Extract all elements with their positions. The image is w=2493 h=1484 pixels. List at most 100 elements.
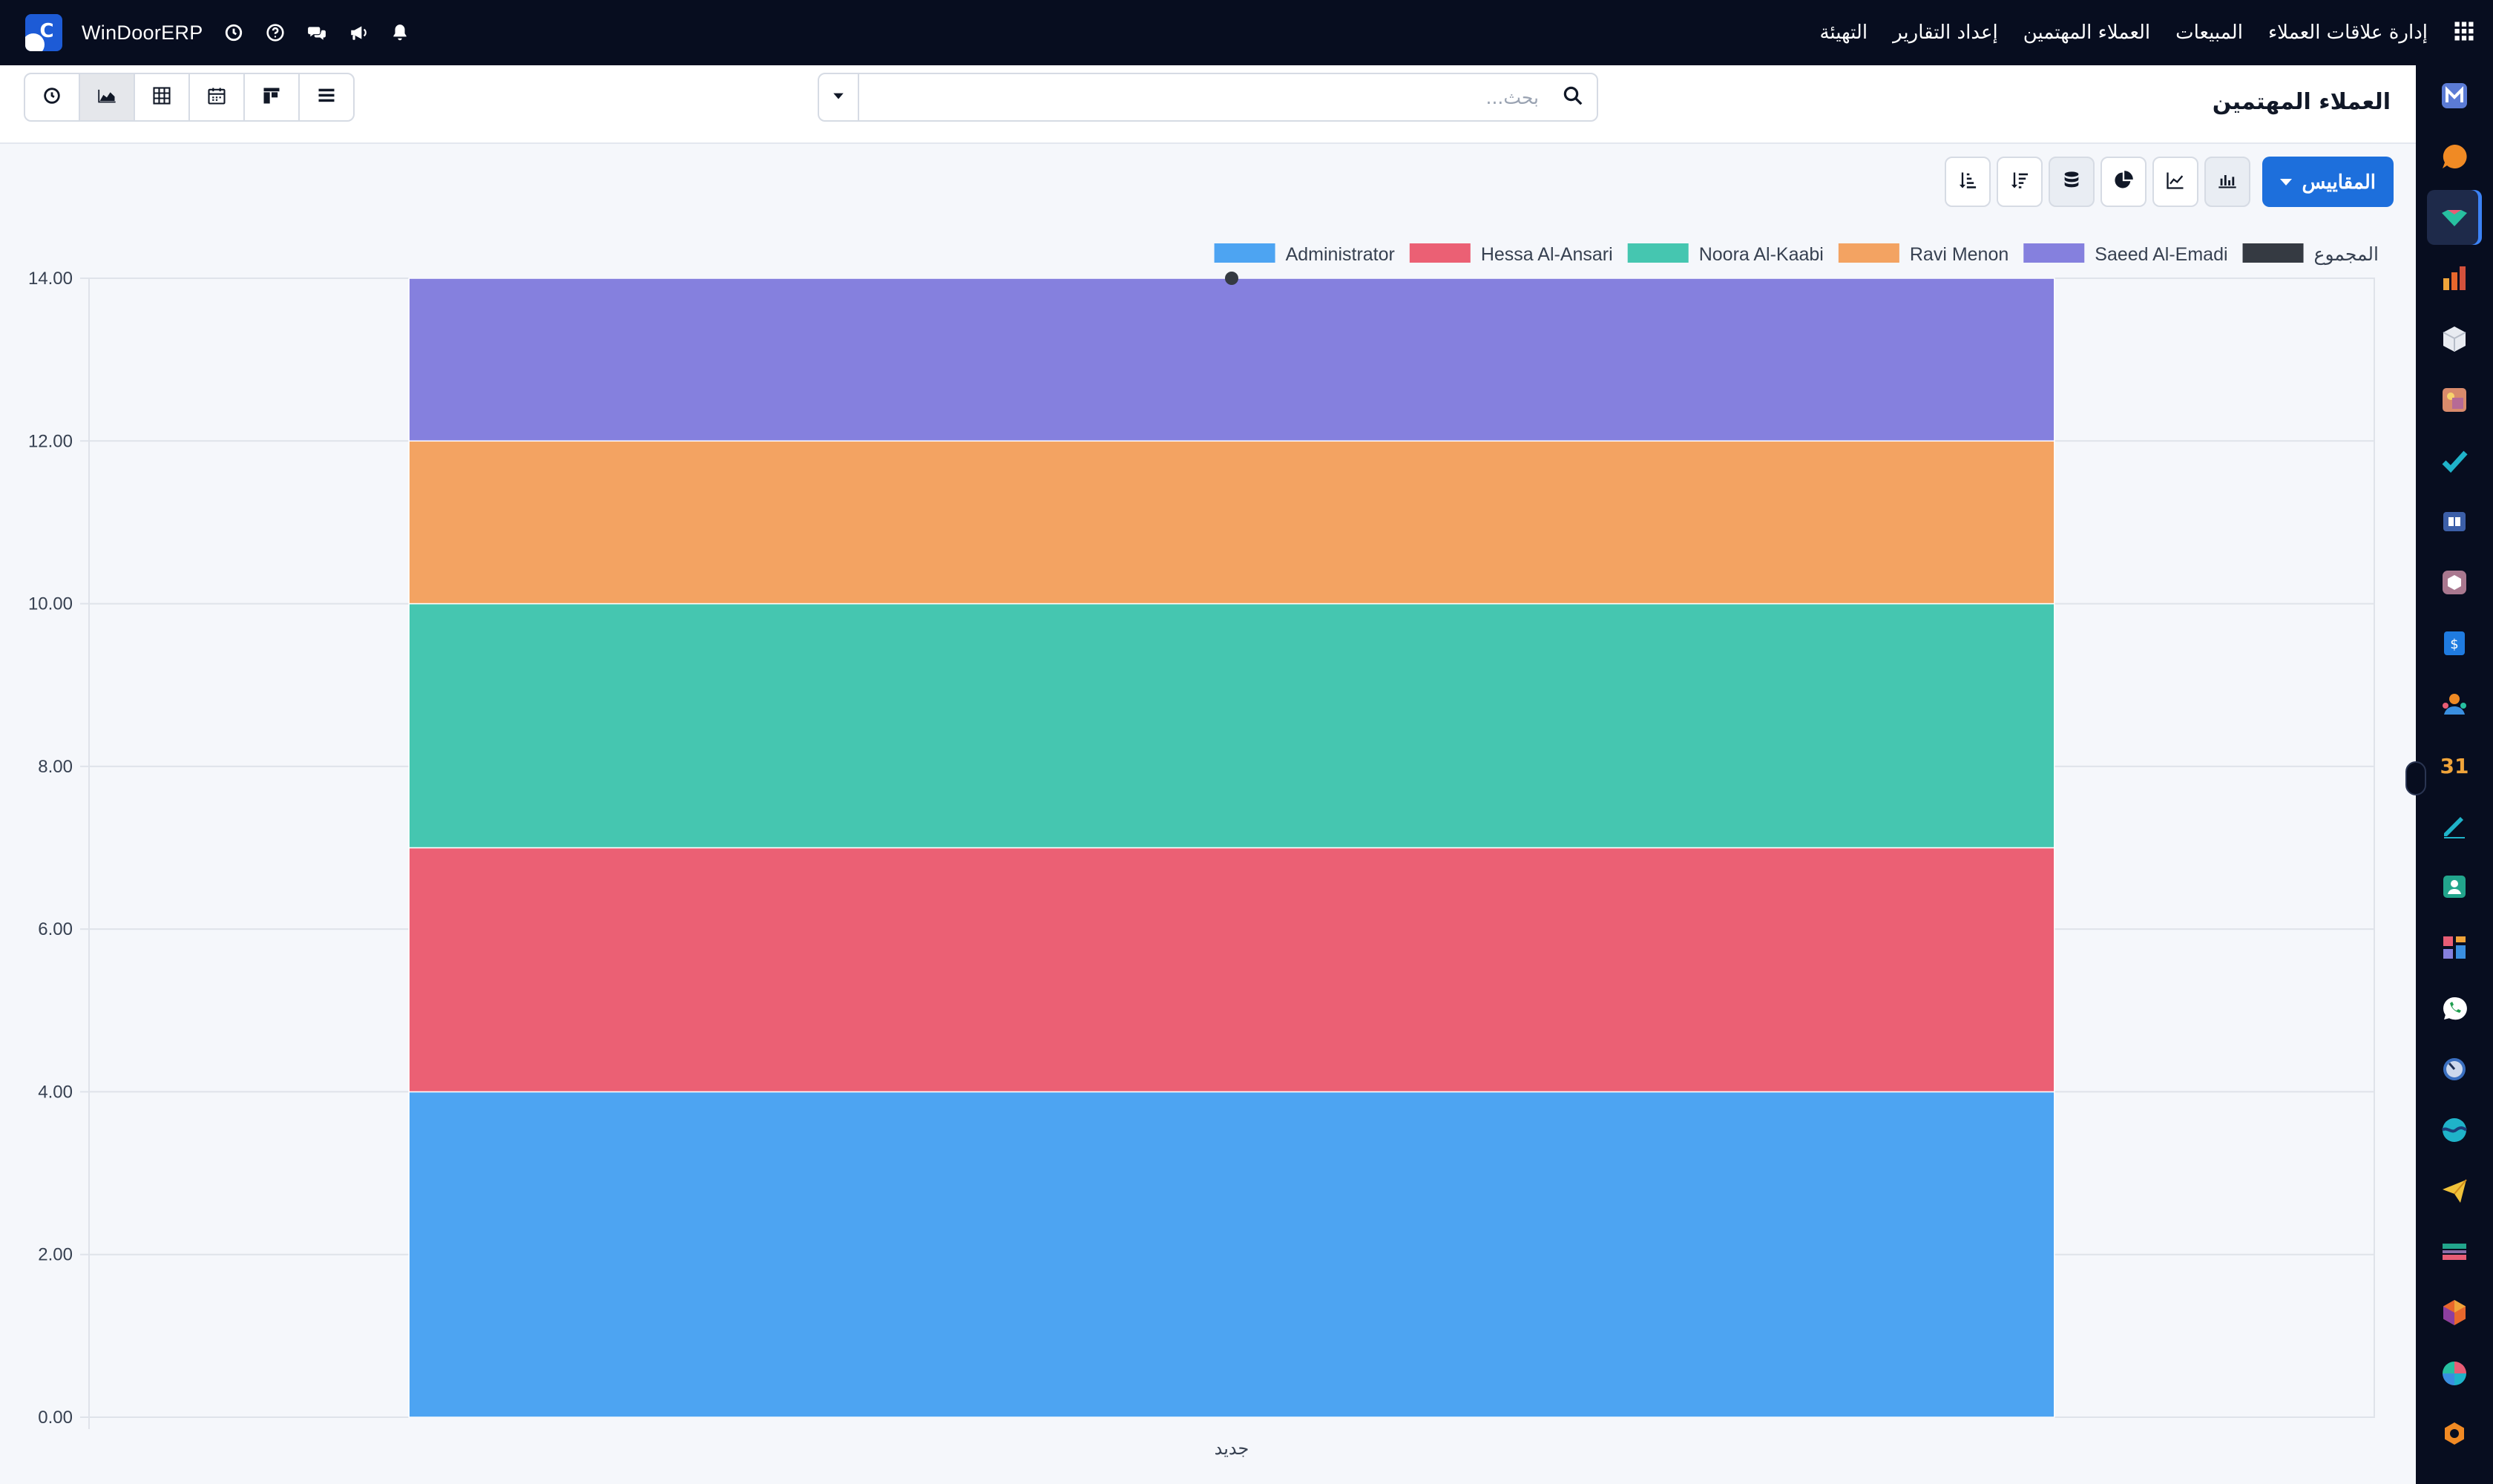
clock-icon[interactable] [223,22,245,44]
settings-app-icon[interactable] [2434,1414,2474,1454]
top-navbar: C WinDoorERP إدارة علاقات العملاء المبيع… [0,0,2493,65]
view-pivot-button[interactable] [134,73,190,122]
y-tick-label: 2.00 [38,1245,73,1265]
hexagon-app-icon[interactable] [2434,1293,2474,1333]
menu-sales[interactable]: المبيعات [2175,22,2243,44]
menu-leads[interactable]: العملاء المهتمين [2023,22,2150,44]
legend-swatch [1627,243,1689,263]
x-tick-label: جديد [1215,1439,1249,1459]
package-app-icon[interactable] [2434,562,2474,603]
y-tick-label: 4.00 [38,1082,73,1102]
y-tick-label: 12.00 [28,431,73,451]
legend-swatch [1214,243,1275,263]
y-tick-label: 0.00 [38,1408,73,1428]
view-kanban-button[interactable] [243,73,300,122]
sign-app-icon[interactable] [2434,806,2474,846]
wave-app-icon[interactable] [2434,1110,2474,1150]
graph-area: 0.00 2.00 4.00 6.00 8.00 10.00 12.00 14.00 جديد A… [0,223,2416,1484]
invoice-app-icon[interactable]: $ [2434,623,2474,663]
inventory-box-icon[interactable] [2434,319,2474,359]
help-icon[interactable] [264,22,286,44]
menu-reporting[interactable]: إعداد التقارير [1893,22,1998,44]
app-sidebar: $ 31 [2405,65,2493,1484]
apps-grid-icon[interactable] [2453,20,2475,45]
search-bar [818,73,1598,122]
bar-segment-administrator [408,1091,2055,1418]
stacked-bar-chart: 0.00 2.00 4.00 6.00 8.00 10.00 12.00 14.00 جديد A… [28,243,2379,1459]
bar-segment-saeed-al-emadi [408,278,2055,442]
bar-chart-button[interactable] [2204,157,2250,207]
legend-label: المجموع [2314,244,2379,266]
legend-swatch [1838,243,1899,263]
total-point [1225,272,1238,285]
legend-swatch [1409,243,1471,263]
legend-swatch [2023,243,2085,263]
sort-ascending-button[interactable] [1944,157,1991,207]
svg-text:31: 31 [2440,754,2469,778]
view-graph-button[interactable] [79,73,135,122]
pie-chart-button[interactable] [2100,157,2147,207]
search-icon [1562,85,1584,110]
stacked-toggle-button[interactable] [2048,157,2095,207]
pie-chart-icon [2113,170,2134,194]
dashboard-app-icon[interactable] [2434,928,2474,968]
bar-chart-icon [2217,170,2238,194]
sort-ascending-icon [1957,170,1978,194]
clock-app-icon[interactable] [2434,1049,2474,1089]
crm-app-icon[interactable] [2427,190,2482,245]
chat-icon[interactable] [306,22,328,44]
company-logo[interactable]: C [25,14,62,51]
legend-label: Ravi Menon [1910,244,2008,265]
view-switcher [24,73,355,122]
list-icon [316,85,337,109]
line-chart-icon [2165,170,2186,194]
sort-descending-icon [2009,170,2030,194]
control-panel: العملاء المهتمين [0,65,2416,144]
view-list-button[interactable] [298,73,355,122]
measures-dropdown-button[interactable]: المقاييس [2262,157,2394,207]
reports-app-icon[interactable] [2434,258,2474,298]
company-name[interactable]: WinDoorERP [82,22,203,45]
table-icon [151,85,172,109]
legend-swatch [2242,243,2304,263]
check-app-icon[interactable] [2434,441,2474,481]
book-app-icon[interactable] [2434,502,2474,542]
database-icon [2061,170,2082,194]
line-chart-button[interactable] [2152,157,2198,207]
bell-icon[interactable] [389,22,411,44]
y-tick-label: 8.00 [38,757,73,777]
employees-app-icon[interactable] [2434,684,2474,724]
search-input[interactable] [859,74,1549,120]
svg-text:$: $ [2450,637,2458,652]
megaphone-icon[interactable] [347,22,369,44]
page-title: العملاء المهتمين [2212,89,2391,115]
clock-icon [42,85,62,109]
whatsapp-icon[interactable] [2434,988,2474,1028]
search-button[interactable] [1549,74,1597,120]
card-app-icon[interactable] [2434,1232,2474,1272]
calendar-app-icon[interactable]: 31 [2434,745,2474,785]
view-activity-button[interactable] [24,73,80,122]
y-tick-label: 6.00 [38,919,73,939]
area-chart-icon [96,85,117,109]
search-options-toggle[interactable] [819,74,859,120]
menu-configuration[interactable]: التهيئة [1819,22,1868,44]
contacts-app-icon[interactable] [2434,867,2474,907]
graph-toolbar: المقاييس [1944,156,2394,208]
sort-descending-button[interactable] [1996,157,2043,207]
bar-segment-ravi-menon [408,440,2055,605]
view-calendar-button[interactable] [188,73,245,122]
m-app-icon[interactable] [2434,76,2474,116]
caret-down-icon [2279,178,2292,186]
calendar-icon [206,85,227,109]
bar-segment-noora-al-kaabi [408,603,2055,849]
chat-bubble-app-icon[interactable] [2434,137,2474,177]
photo-app-icon[interactable] [2434,380,2474,420]
caret-down-icon [832,89,845,105]
pie-app-icon[interactable] [2434,1353,2474,1393]
y-tick-label: 14.00 [28,269,73,289]
menu-crm[interactable]: إدارة علاقات العملاء [2268,22,2428,44]
legend-label: Hessa Al-Ansari [1481,244,1613,265]
send-app-icon[interactable] [2434,1171,2474,1211]
legend-label: Administrator [1286,244,1395,265]
